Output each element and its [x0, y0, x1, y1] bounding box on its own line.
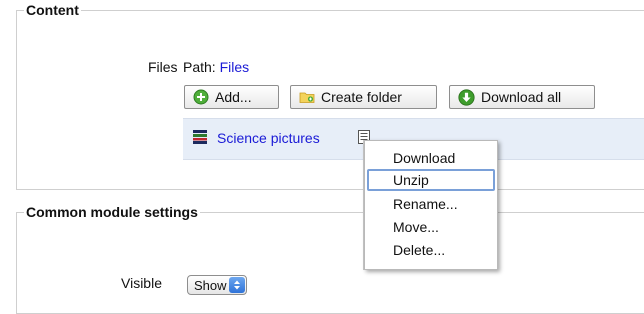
create-folder-label: Create folder: [321, 89, 402, 105]
menu-item-rename[interactable]: Rename...: [367, 193, 495, 215]
content-legend: Content: [24, 2, 81, 18]
download-all-button[interactable]: Download all: [449, 85, 595, 109]
visible-select-value: Show: [194, 277, 227, 293]
archive-icon: [193, 130, 207, 147]
download-all-label: Download all: [481, 89, 562, 105]
common-settings-fieldset: [16, 212, 644, 314]
select-arrows-icon: [229, 277, 245, 293]
path-label: Path: Files: [183, 59, 249, 75]
context-menu: Download Unzip Rename... Move... Delete.…: [364, 140, 498, 270]
menu-item-unzip[interactable]: Unzip: [367, 169, 495, 191]
menu-item-move[interactable]: Move...: [367, 216, 495, 238]
add-button[interactable]: Add...: [184, 85, 279, 109]
menu-item-delete[interactable]: Delete...: [367, 239, 495, 261]
visible-label: Visible: [121, 275, 162, 291]
files-label: Files: [148, 59, 178, 75]
plus-circle-icon: [193, 89, 209, 105]
create-folder-button[interactable]: Create folder: [290, 85, 437, 109]
visible-select[interactable]: Show: [187, 275, 247, 295]
download-arrow-icon: [458, 88, 475, 106]
path-link[interactable]: Files: [220, 59, 250, 75]
folder-icon: [299, 90, 315, 104]
menu-item-download[interactable]: Download: [367, 147, 495, 169]
file-item-science-pictures[interactable]: Science pictures: [217, 130, 320, 146]
add-button-label: Add...: [215, 89, 252, 105]
common-settings-legend: Common module settings: [24, 204, 200, 220]
path-prefix: Path:: [183, 59, 216, 75]
